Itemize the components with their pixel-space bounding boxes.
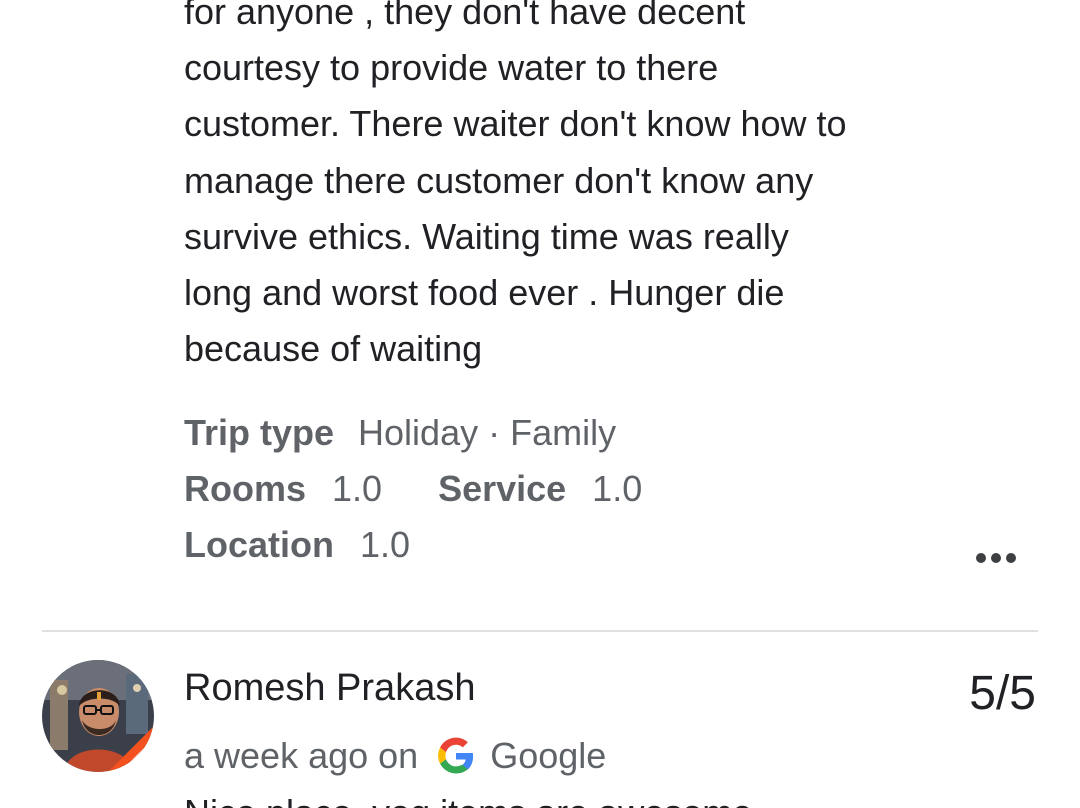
- review-source: Google: [490, 735, 607, 776]
- review-meta: a week ago on Google: [184, 733, 606, 779]
- service-value: 1.0: [592, 468, 643, 509]
- review-score: 5/5: [969, 667, 1036, 720]
- review-time: a week ago on: [184, 735, 419, 776]
- review-line: customer. There waiter don't know how to: [184, 103, 847, 145]
- location-row: Location 1.0: [184, 523, 410, 567]
- more-horiz-icon: [976, 553, 986, 563]
- trip-type-row: Trip type Holiday · Family: [184, 411, 616, 455]
- review-line: manage there customer don't know any: [184, 159, 814, 201]
- avatar-image: [42, 660, 154, 772]
- reviews-page: for anyone , they don't have decent cour…: [0, 0, 1080, 808]
- location-value: 1.0: [360, 524, 411, 565]
- review-body-next: Nice place, veg items are awesome: [184, 790, 752, 808]
- review-line: for anyone , they don't have decent: [184, 0, 746, 32]
- avatar[interactable]: [42, 660, 154, 772]
- more-horiz-icon-dot: [991, 553, 1001, 563]
- rooms-value: 1.0: [332, 468, 383, 509]
- review-line: long and worst food ever . Hunger die: [184, 272, 785, 314]
- trip-type-value: Holiday · Family: [358, 412, 617, 453]
- review-body: for anyone , they don't have decent cour…: [184, 0, 984, 377]
- more-horiz-icon-dot: [1006, 553, 1016, 563]
- google-g-icon: [438, 737, 474, 774]
- review-line: survive ethics. Waiting time was really: [184, 215, 789, 257]
- trip-type-label: Trip type: [184, 412, 335, 453]
- rooms-service-row: Rooms 1.0 Service 1.0: [184, 467, 642, 511]
- review-line: courtesy to provide water to there: [184, 47, 719, 89]
- more-options-button[interactable]: [966, 540, 1026, 576]
- review-line: because of waiting: [184, 328, 483, 370]
- location-label: Location: [184, 524, 334, 565]
- service-label: Service: [438, 468, 567, 509]
- reviewer-name[interactable]: Romesh Prakash: [184, 664, 475, 712]
- review-divider: [42, 630, 1038, 632]
- rooms-label: Rooms: [184, 468, 307, 509]
